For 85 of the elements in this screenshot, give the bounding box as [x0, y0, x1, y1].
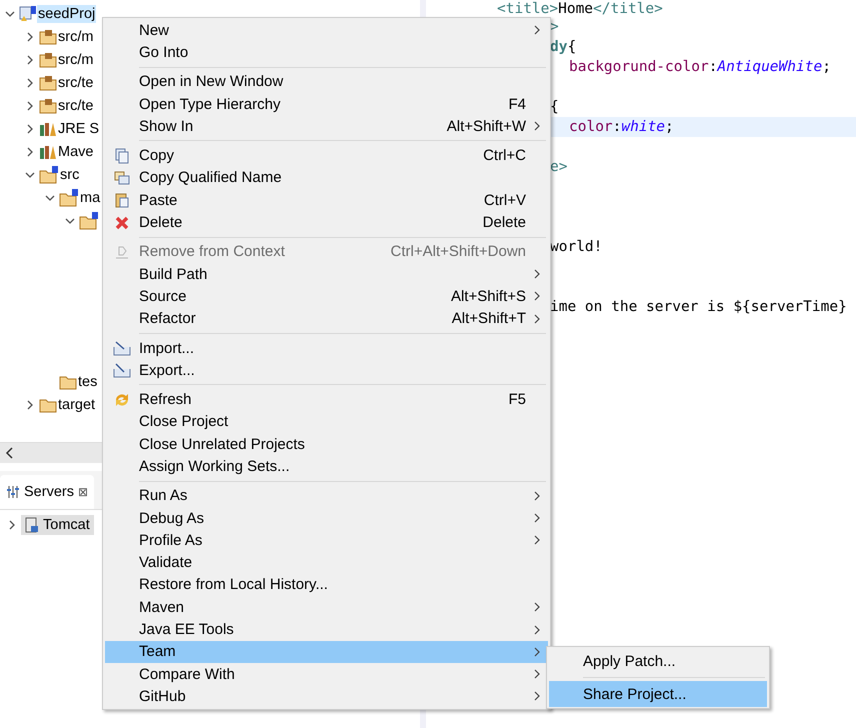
menu-item[interactable]: Debug As: [105, 506, 548, 530]
menu-item[interactable]: Run As: [105, 484, 548, 507]
servers-icon: [6, 485, 20, 499]
menu-item[interactable]: Team: [105, 640, 548, 664]
copy-icon: [114, 170, 130, 186]
folder-icon: [59, 374, 77, 390]
code-line: backgorund-color:AntiqueWhite;: [569, 59, 831, 75]
package-folder-icon: [39, 74, 57, 90]
menu-item[interactable]: Import...: [105, 336, 548, 360]
source-folder-icon: [59, 188, 79, 206]
tree-item[interactable]: target: [57, 396, 96, 414]
menu-item[interactable]: Close Unrelated Projects: [105, 433, 548, 456]
tree-item[interactable]: src/m: [57, 50, 94, 68]
menu-item[interactable]: Build Path: [105, 262, 548, 286]
chevron-right-icon[interactable]: [25, 400, 35, 410]
chevron-down-icon[interactable]: [5, 8, 15, 18]
chevron-down-icon[interactable]: [65, 216, 75, 226]
code-line: dy{: [550, 39, 576, 55]
package-folder-icon: [39, 98, 57, 114]
package-folder-icon: [39, 28, 57, 44]
code-line: <title>Home</title>: [497, 0, 663, 16]
menu-item[interactable]: Refactor Alt+Shift+T: [105, 308, 548, 330]
server-icon: [25, 517, 39, 533]
tree-item[interactable]: ma: [79, 188, 102, 206]
code-line: color:white;: [569, 119, 674, 135]
source-folder-icon: [79, 212, 99, 230]
project-icon: [19, 4, 37, 22]
servers-tab[interactable]: Servers ⊠: [0, 475, 94, 509]
chevron-right-icon[interactable]: [25, 54, 35, 64]
remove-icon: [114, 244, 130, 260]
code-line: ime on the server is ${serverTime}: [550, 299, 847, 315]
menu-item[interactable]: Refresh F5: [105, 388, 548, 411]
folder-icon: [39, 396, 57, 412]
package-folder-icon: [39, 52, 57, 68]
chevron-right-icon[interactable]: [7, 520, 17, 530]
menu-item[interactable]: Copy Ctrl+C: [105, 144, 548, 167]
menu-item[interactable]: Close Project: [105, 410, 548, 434]
menu-item[interactable]: Profile As: [105, 529, 548, 552]
chevron-right-icon[interactable]: [25, 100, 35, 110]
menu-item[interactable]: GitHub: [105, 685, 548, 708]
tree-item[interactable]: seedProj: [37, 4, 96, 22]
menu-item[interactable]: Open Type Hierarchy F4: [105, 92, 548, 116]
menu-item[interactable]: Assign Working Sets...: [105, 455, 548, 478]
menu-item[interactable]: New: [105, 19, 548, 42]
tree-item[interactable]: JRE S: [57, 120, 100, 138]
menu-item[interactable]: Java EE Tools: [105, 618, 548, 641]
copy-icon: [114, 148, 130, 164]
menu-item[interactable]: Maven: [105, 596, 548, 618]
tree-item[interactable]: Mave: [57, 142, 94, 160]
menu-item[interactable]: Paste Ctrl+V: [105, 189, 548, 212]
menu-item[interactable]: Validate: [105, 552, 548, 574]
tree-item[interactable]: tes: [77, 372, 98, 390]
chevron-down-icon[interactable]: [45, 192, 55, 202]
tree-item[interactable]: src/m: [57, 28, 94, 46]
menu-item[interactable]: Compare With: [105, 663, 548, 686]
menu-item[interactable]: Export...: [105, 359, 548, 382]
export-icon: [113, 362, 131, 378]
close-icon[interactable]: ⊠: [78, 485, 88, 499]
chevron-right-icon[interactable]: [25, 32, 35, 42]
import-icon: [113, 340, 131, 356]
library-icon: [39, 144, 57, 160]
menu-item[interactable]: Go Into: [105, 41, 548, 64]
chevron-down-icon[interactable]: [25, 170, 35, 180]
tree-item[interactable]: src/te: [57, 96, 94, 114]
code-line: e>: [550, 159, 568, 175]
source-folder-icon: [39, 166, 59, 184]
menu-item[interactable]: Source Alt+Shift+S: [105, 285, 548, 308]
menu-item[interactable]: Open in New Window: [105, 70, 548, 93]
delete-icon: [114, 214, 130, 231]
code-line: {: [550, 99, 559, 115]
menu-item[interactable]: Show In Alt+Shift+W: [105, 115, 548, 138]
menu-item[interactable]: Copy Qualified Name: [105, 166, 548, 190]
code-line: world!: [550, 239, 602, 255]
menu-item[interactable]: Delete Delete: [105, 211, 548, 234]
paste-icon: [114, 192, 130, 208]
server-item[interactable]: Tomcat: [21, 515, 94, 535]
menu-item[interactable]: Apply Patch...: [549, 648, 767, 674]
menu-item[interactable]: Share Project...: [549, 681, 767, 707]
chevron-right-icon[interactable]: [25, 78, 35, 88]
chevron-right-icon[interactable]: [25, 146, 35, 156]
library-icon: [39, 120, 57, 136]
tree-item[interactable]: src: [59, 166, 80, 184]
tree-item[interactable]: src/te: [57, 74, 94, 92]
chevron-right-icon[interactable]: [25, 124, 35, 134]
menu-item[interactable]: Restore from Local History...: [105, 574, 548, 596]
